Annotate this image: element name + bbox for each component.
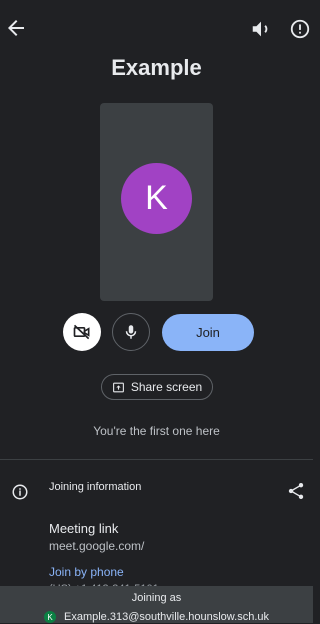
meeting-title: Example: [111, 55, 202, 80]
report-button[interactable]: [289, 18, 311, 40]
share-screen-button[interactable]: Share screen: [101, 374, 213, 400]
present-screen-icon: [112, 382, 124, 392]
join-button[interactable]: Join: [162, 314, 254, 351]
join-by-phone-link[interactable]: Join by phone: [49, 565, 124, 579]
joining-information-label: Joining information: [49, 481, 142, 493]
camera-off-icon: [73, 324, 90, 340]
arrow-left-icon: [8, 20, 24, 36]
section-divider: [0, 459, 313, 460]
joining-as-label: Joining as: [131, 592, 182, 604]
meeting-link-value[interactable]: meet.google.com/: [49, 539, 144, 553]
share-screen-label: Share screen: [130, 380, 203, 394]
account-email: Example.313@southville.hounslow.sch.uk: [63, 611, 269, 623]
account-bar: Joining as K Example.313@southville.houn…: [0, 586, 313, 623]
self-preview-tile: K: [100, 103, 213, 301]
account-row[interactable]: K Example.313@southville.hounslow.sch.uk: [0, 610, 313, 624]
alert-circle-icon: [290, 19, 310, 39]
top-app-bar: [0, 0, 313, 56]
first-one-status: You're the first one here: [93, 424, 220, 438]
back-button[interactable]: [4, 16, 28, 40]
audio-output-button[interactable]: [250, 18, 272, 40]
account-avatar: K: [43, 611, 56, 623]
meeting-link-label: Meeting link: [49, 521, 119, 536]
avatar: K: [121, 163, 192, 234]
camera-toggle-button[interactable]: [63, 313, 101, 351]
microphone-icon: [125, 325, 137, 339]
share-icon[interactable]: [286, 481, 306, 501]
microphone-toggle-button[interactable]: [112, 313, 150, 351]
speaker-icon: [252, 21, 268, 37]
info-icon: [11, 483, 29, 501]
